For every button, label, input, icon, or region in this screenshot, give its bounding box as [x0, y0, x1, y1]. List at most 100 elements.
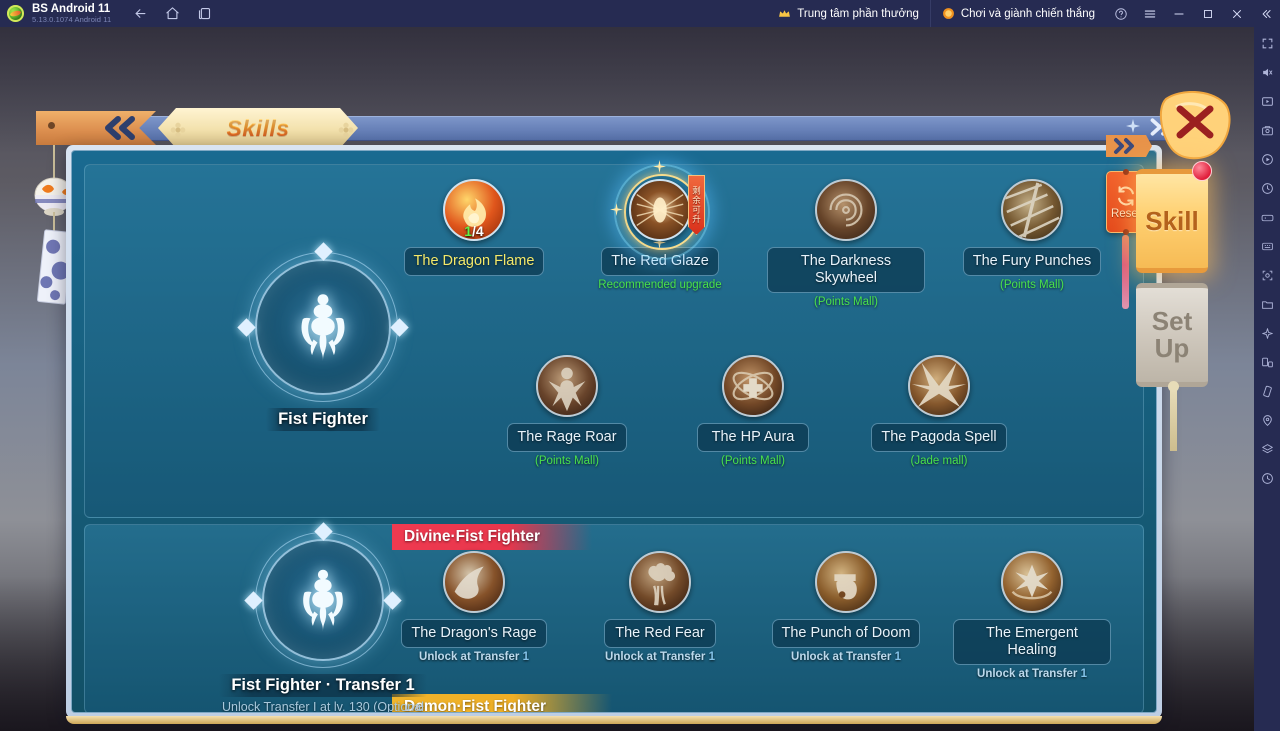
keymapping-icon[interactable]: [1258, 208, 1276, 226]
close-icon[interactable]: [1222, 0, 1251, 27]
skill-label-punch-of-doom: The Punch of Doom: [771, 619, 921, 648]
skill-tag-hp-aura: (Points Mall): [721, 455, 785, 467]
skill-node-dragon-flame[interactable]: 1/4 The Dragon Flame: [394, 179, 554, 276]
skill-tag-punch-of-doom: Unlock at Transfer 1: [791, 651, 901, 663]
skill-icon-pagoda-spell[interactable]: [908, 355, 970, 417]
sky-lantern-decoration: [1159, 91, 1231, 160]
skill-icon-rage-roar[interactable]: [536, 355, 598, 417]
skill-label-fury-punches: The Fury Punches: [962, 247, 1102, 276]
skill-icon-hp-aura[interactable]: [722, 355, 784, 417]
nav-button-skill[interactable]: Skill: [1136, 169, 1208, 273]
location-icon[interactable]: [1258, 411, 1276, 429]
game-viewport: Skills Fist Fighter Reset 1/4 The Dragon…: [0, 27, 1254, 731]
skill-icon-dragons-rage[interactable]: [443, 551, 505, 613]
base-class-block[interactable]: Fist Fighter: [188, 242, 458, 431]
nav-button-setup[interactable]: Set Up: [1136, 283, 1208, 387]
banner-back-button[interactable]: [36, 111, 156, 145]
maximize-icon[interactable]: [1193, 0, 1222, 27]
diamond-left-icon: [244, 590, 263, 610]
promo-rewards-label: Trung tâm phần thưởng: [797, 7, 919, 20]
instance-version: 5.13.0.1074 Android 11: [32, 14, 112, 24]
skill-tag-darkness-skywheel: (Points Mall): [814, 296, 878, 308]
skill-label-red-glaze: The Red Glaze: [601, 247, 719, 276]
sparkle-icon: [610, 203, 623, 216]
fist-fighter-transfer1-emblem[interactable]: [244, 522, 402, 668]
skill-tag-red-fear: Unlock at Transfer 1: [605, 651, 715, 663]
skill-icon-red-glaze[interactable]: [629, 179, 691, 241]
skill-icon-emergent-healing[interactable]: [1001, 551, 1063, 613]
skill-label-emergent-healing: The Emergent Healing: [953, 619, 1111, 665]
fist-fighter-emblem[interactable]: [237, 242, 409, 402]
skill-node-hp-aura[interactable]: The HP Aura (Points Mall): [673, 355, 833, 467]
transfer1-class-sub: Unlock Transfer I at lv. 130 (Optional s…: [222, 700, 424, 713]
reset-pin-top: [1123, 169, 1129, 175]
skill-tag-emergent-healing: Unlock at Transfer 1: [977, 668, 1087, 680]
right-lantern-nav: Skill Set Up: [1106, 57, 1231, 451]
minimize-icon[interactable]: [1164, 0, 1193, 27]
class-crest-icon: [303, 569, 343, 632]
skill-icon-fury-punches[interactable]: [1001, 179, 1063, 241]
skill-tag-rage-roar: (Points Mall): [535, 455, 599, 467]
shake-icon[interactable]: [1258, 382, 1276, 400]
skill-icon-punch-of-doom[interactable]: [815, 551, 877, 613]
skill-node-fury-punches[interactable]: The Fury Punches (Points Mall): [952, 179, 1112, 291]
skill-label-pagoda-spell: The Pagoda Spell: [871, 423, 1007, 452]
skills-panel: Fist Fighter Reset 1/4 The Dragon Flame …: [66, 145, 1162, 724]
bluestacks-logo-icon: [7, 5, 24, 22]
play-install-icon[interactable]: [1258, 150, 1276, 168]
skills-panel-inner: Fist Fighter Reset 1/4 The Dragon Flame …: [71, 150, 1157, 713]
help-icon[interactable]: [1106, 0, 1135, 27]
skill-tag-dragons-rage: Unlock at Transfer 1: [419, 651, 529, 663]
skill-node-red-glaze[interactable]: 剩余可升 The Red Glaze Recommended upgrade: [580, 160, 740, 291]
multi-instance-icon[interactable]: [1258, 353, 1276, 371]
menu-icon[interactable]: [1135, 0, 1164, 27]
transfer1-class-name: Fist Fighter · Transfer 1: [219, 674, 427, 697]
skill-label-rage-roar: The Rage Roar: [507, 423, 627, 452]
skill-node-dragons-rage[interactable]: The Dragon's Rage Unlock at Transfer 1: [394, 551, 554, 663]
skill-node-punch-of-doom[interactable]: The Punch of Doom Unlock at Transfer 1: [766, 551, 926, 663]
nav-forward-chevron-icon[interactable]: [1106, 133, 1152, 159]
skill-node-rage-roar[interactable]: The Rage Roar (Points Mall): [487, 355, 647, 467]
titlebar-right: Trung tâm phần thưởng Chơi và giành chiế…: [767, 0, 1280, 27]
recents-icon[interactable]: [197, 6, 212, 21]
collapse-icon[interactable]: [1251, 0, 1280, 27]
reset-tassel-decoration: [1122, 235, 1129, 309]
macro-icon[interactable]: [1258, 237, 1276, 255]
airplane-icon[interactable]: [1258, 324, 1276, 342]
skill-label-dragon-flame: The Dragon Flame: [403, 247, 545, 276]
fullscreen-icon[interactable]: [1258, 34, 1276, 52]
skill-node-red-fear[interactable]: The Red Fear Unlock at Transfer 1: [580, 551, 740, 663]
screen-root: BS Android 11 5.13.0.1074 Android 11 Tru…: [0, 0, 1280, 731]
skill-icon-red-fear[interactable]: [629, 551, 691, 613]
screenshot-icon[interactable]: [1258, 266, 1276, 284]
clock-icon[interactable]: [1258, 469, 1276, 487]
nav-skill-label: Skill: [1145, 205, 1199, 236]
folder-icon[interactable]: [1258, 295, 1276, 313]
rotate-icon[interactable]: [1258, 179, 1276, 197]
skill-label-dragons-rage: The Dragon's Rage: [401, 619, 547, 648]
bluestacks-titlebar: BS Android 11 5.13.0.1074 Android 11 Tru…: [0, 0, 1280, 27]
nav-setup-label: Set Up: [1151, 306, 1193, 363]
diamond-right-icon: [390, 317, 409, 337]
back-icon[interactable]: [133, 6, 148, 21]
home-icon[interactable]: [165, 6, 180, 21]
promo-rewards-center[interactable]: Trung tâm phần thưởng: [767, 0, 930, 27]
skill-icon-darkness-skywheel[interactable]: [815, 179, 877, 241]
bluestacks-sidebar: [1254, 27, 1280, 731]
skill-node-darkness-skywheel[interactable]: The Darkness Skywheel (Points Mall): [766, 179, 926, 308]
promo-play-and-win[interactable]: Chơi và giành chiến thắng: [929, 0, 1106, 27]
skill-node-emergent-healing[interactable]: The Emergent Healing Unlock at Transfer …: [952, 551, 1112, 680]
base-class-name: Fist Fighter: [266, 408, 380, 431]
promo-playwin-label: Chơi và giành chiến thắng: [960, 7, 1095, 20]
video-record-icon[interactable]: [1258, 92, 1276, 110]
flower-icon: [170, 122, 186, 138]
media-manager-icon[interactable]: [1258, 121, 1276, 139]
volume-icon[interactable]: [1258, 63, 1276, 81]
skill-icon-dragon-flame[interactable]: 1/4: [443, 179, 505, 241]
layers-icon[interactable]: [1258, 440, 1276, 458]
notification-dot-icon: [1192, 161, 1212, 181]
back-chevron-icon[interactable]: [98, 113, 138, 143]
page-header-banner: Skills: [18, 108, 1178, 148]
android-nav-icons: [133, 6, 212, 21]
skill-node-pagoda-spell[interactable]: The Pagoda Spell (Jade mall): [859, 355, 1019, 467]
